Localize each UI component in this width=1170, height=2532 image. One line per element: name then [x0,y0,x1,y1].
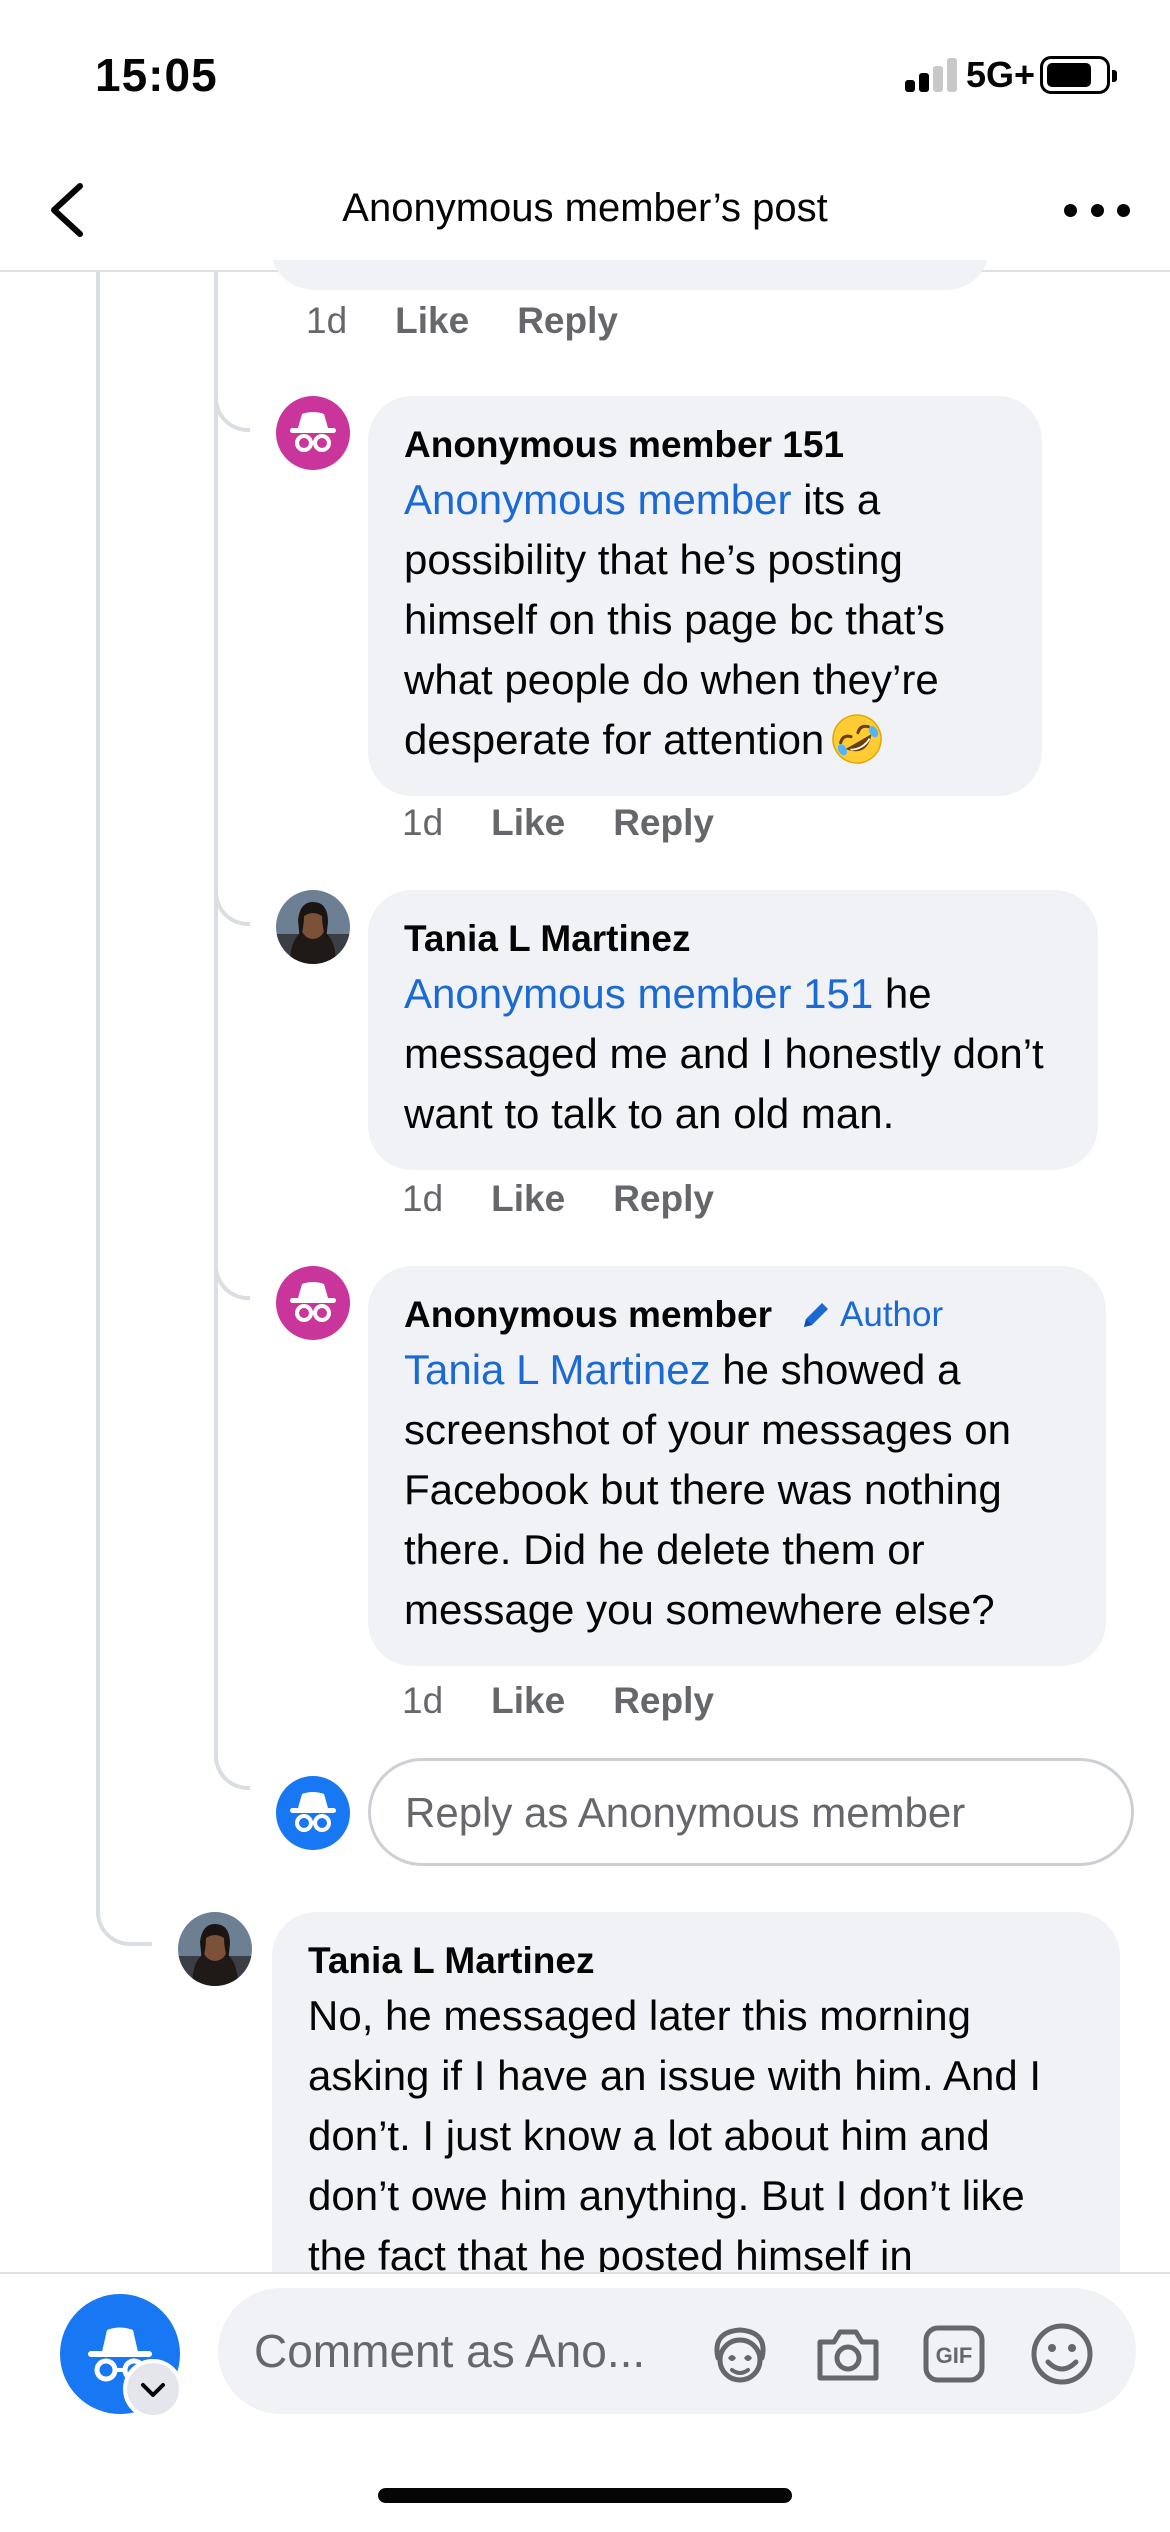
comment-age: 1d [402,802,444,843]
thread-connector [214,866,250,926]
thread-connector [214,372,250,432]
thread-line-outer [96,272,100,1892]
like-button[interactable]: Like [491,802,565,844]
battery-icon [1040,56,1117,94]
camera-icon[interactable] [812,2318,884,2390]
incognito-icon [276,396,350,470]
mention-link[interactable]: Anonymous member 151 [404,970,873,1017]
reply-button[interactable]: Reply [613,1680,714,1722]
reply-button[interactable]: Reply [613,802,714,844]
mention-link[interactable]: Anonymous member [404,476,792,523]
comment-actions: 1d Like Reply [402,1178,762,1220]
reply-button[interactable]: Reply [517,300,618,342]
thread-connector [214,1730,250,1790]
comment-text: Anonymous member 151 he messaged me and … [404,970,1044,1137]
comment-author[interactable]: Tania L Martinez [404,914,1062,964]
thread-line-inner [214,272,218,1762]
gif-icon[interactable]: GIF [918,2318,990,2390]
comment-text: Tania L Martinez he showed a screenshot … [404,1346,1011,1633]
comment-bubble: Tania L Martinez No, he messaged later t… [272,1912,1120,2312]
my-anonymous-avatar [276,1776,350,1850]
profile-photo [178,1912,252,1986]
author-badge: Author [798,1290,943,1340]
like-button[interactable]: Like [395,300,469,342]
incognito-icon [276,1266,350,1340]
comment-age: 1d [306,300,348,341]
user-avatar[interactable] [276,890,350,964]
pencil-icon [804,1303,829,1327]
profile-photo [276,890,350,964]
more-options-icon[interactable] [1064,190,1130,230]
comment-actions: 1d Like Reply [402,1680,762,1722]
comment-age: 1d [402,1680,444,1721]
reply-bubble: Tania L Martinez Anonymous member 151 he… [368,890,1098,1170]
anonymous-avatar[interactable] [276,1266,350,1340]
comment-placeholder: Comment as Ano... [254,2325,646,2377]
like-button[interactable]: Like [491,1178,565,1220]
reply-bubble: Anonymous member 151 Anonymous member it… [368,396,1042,796]
comment-author[interactable]: Anonymous member 151 [404,420,1006,470]
thread-connector [96,1860,152,1946]
emoji-icon[interactable] [1026,2318,1098,2390]
comment-author-row: Anonymous member Author [404,1290,1070,1340]
comment-actions: 1d Like Reply [402,802,762,844]
incognito-icon [276,1776,350,1850]
rolling-on-floor-laughing-icon [832,714,883,764]
previous-comment-actions: 1d Like Reply [306,300,666,342]
status-bar: 15:05 5G+ [0,0,1170,150]
svg-text:GIF: GIF [936,2343,973,2368]
chevron-down-icon[interactable] [123,2359,183,2419]
post-header: Anonymous member’s post [0,150,1170,272]
status-time: 15:05 [95,49,218,101]
mention-link[interactable]: Tania L Martinez [404,1346,711,1393]
like-button[interactable]: Like [491,1680,565,1722]
comment-input[interactable]: Comment as Ano... GIF [218,2288,1136,2414]
comment-age: 1d [402,1178,444,1219]
anonymous-avatar[interactable] [276,396,350,470]
reply-bubble: Anonymous member Author Tania L Martinez… [368,1266,1106,1666]
thread-connector [214,1240,250,1300]
network-label: 5G+ [966,54,1036,95]
reply-button[interactable]: Reply [613,1178,714,1220]
home-indicator [378,2488,792,2503]
avatar-sticker-icon[interactable] [704,2318,776,2390]
comment-author[interactable]: Tania L Martinez [308,1936,1084,1986]
page-title: Anonymous member’s post [342,186,828,230]
user-avatar[interactable] [178,1912,252,1986]
comment-text: No, he messaged later this morning askin… [308,1992,1042,2279]
signal-icon [905,58,957,92]
comment-author[interactable]: Anonymous member [404,1290,772,1340]
reply-input[interactable]: Reply as Anonymous member [368,1758,1134,1866]
comment-text: Anonymous member its a possibility that … [404,470,1006,770]
